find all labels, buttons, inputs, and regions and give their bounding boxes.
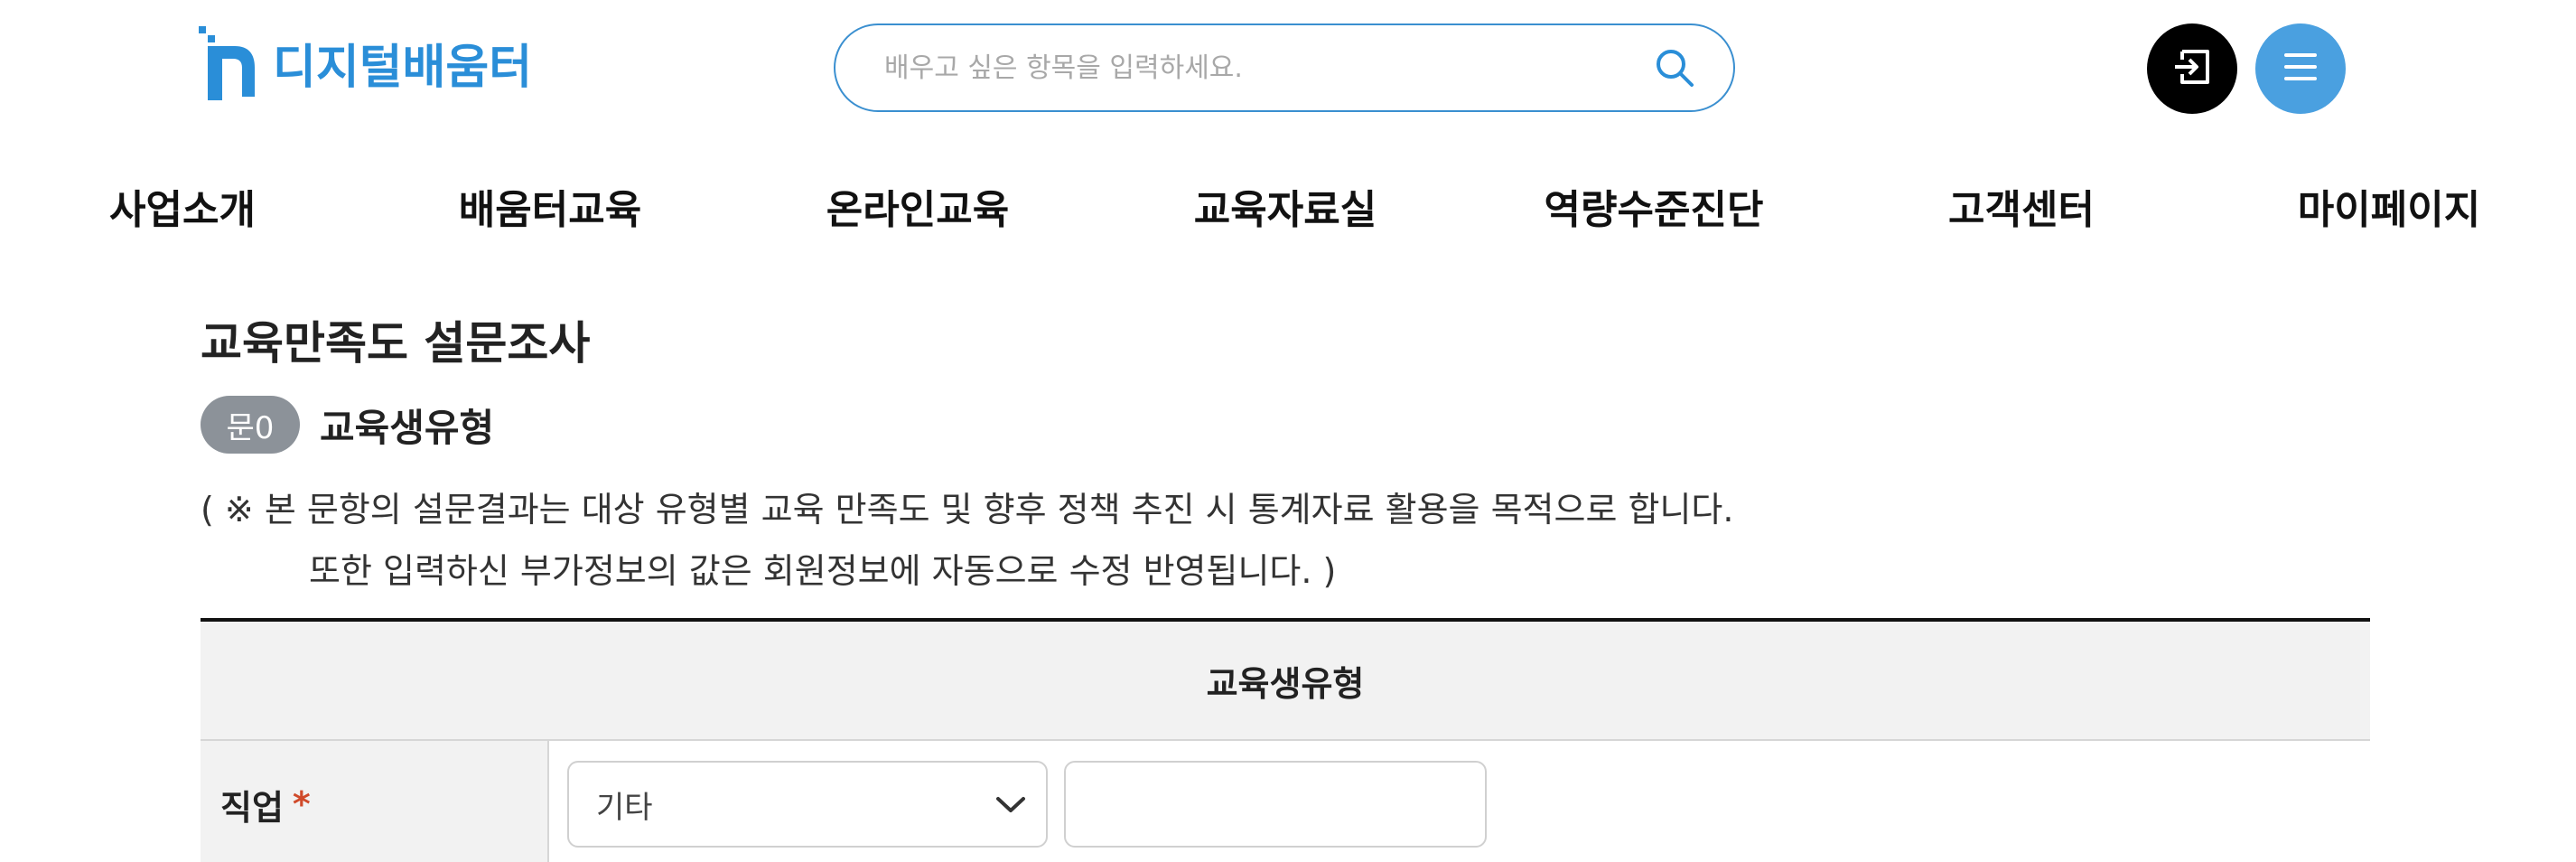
required-mark: * (292, 784, 311, 824)
logo-text: 디지털배움터 (273, 40, 533, 95)
search-input[interactable] (882, 51, 1652, 85)
nav-item-my-page[interactable]: 마이페이지 (2298, 177, 2480, 244)
survey-notice: ( ※ 본 문항의 설문결과는 대상 유형별 교육 만족도 및 향후 정책 추진… (201, 479, 1733, 602)
site-logo[interactable]: 디지털배움터 (199, 23, 532, 101)
nav-item-business-intro[interactable]: 사업소개 (109, 177, 256, 244)
page: 디지털배움터 배우고 싶은 항목을 입력하세요. 사업소개 배움터교육 온라인교… (0, 0, 2576, 862)
question-title: 교육생유형 (320, 405, 495, 450)
occupation-other-input[interactable] (1064, 761, 1487, 848)
occupation-field: 기타 (549, 741, 1487, 862)
nav-item-customer-center[interactable]: 고객센터 (1948, 177, 2095, 244)
nav-item-education-materials[interactable]: 교육자료실 (1194, 177, 1377, 244)
question-number-badge: 문0 (201, 396, 300, 454)
nav-item-online-education[interactable]: 온라인교육 (826, 177, 1009, 244)
student-type-table: 교육생유형 직업 * 기타 (201, 618, 2370, 862)
occupation-select[interactable]: 기타 (567, 761, 1048, 848)
question-heading: 문0 교육생유형 (201, 396, 494, 454)
search-icon[interactable] (1652, 45, 1697, 90)
occupation-label-text: 직업 (220, 787, 284, 828)
menu-button[interactable] (2255, 23, 2346, 114)
page-title: 교육만족도 설문조사 (201, 317, 591, 370)
chevron-down-icon (995, 786, 1026, 822)
table-header: 교육생유형 (201, 622, 2370, 741)
occupation-select-value: 기타 (596, 789, 653, 826)
logo-mark-icon (199, 24, 258, 100)
table-row: 직업 * 기타 (201, 741, 2370, 862)
nav-item-learning-center[interactable]: 배움터교육 (459, 177, 641, 244)
search-bar (834, 23, 1735, 112)
nav-item-competency-diagnosis[interactable]: 역량수준진단 (1545, 177, 1764, 244)
main-nav: 사업소개 배움터교육 온라인교육 교육자료실 역량수준진단 고객센터 마이페이지 (0, 177, 2576, 244)
occupation-label: 직업 * (201, 741, 549, 862)
login-icon (2170, 44, 2215, 93)
login-button[interactable] (2147, 23, 2237, 114)
hamburger-menu-icon (2281, 49, 2320, 89)
notice-line-2: 또한 입력하신 부가정보의 값은 회원정보에 자동으로 수정 반영됩니다. ) (309, 551, 1337, 591)
notice-line-1: ( ※ 본 문항의 설문결과는 대상 유형별 교육 만족도 및 향후 정책 추진… (201, 490, 1734, 529)
